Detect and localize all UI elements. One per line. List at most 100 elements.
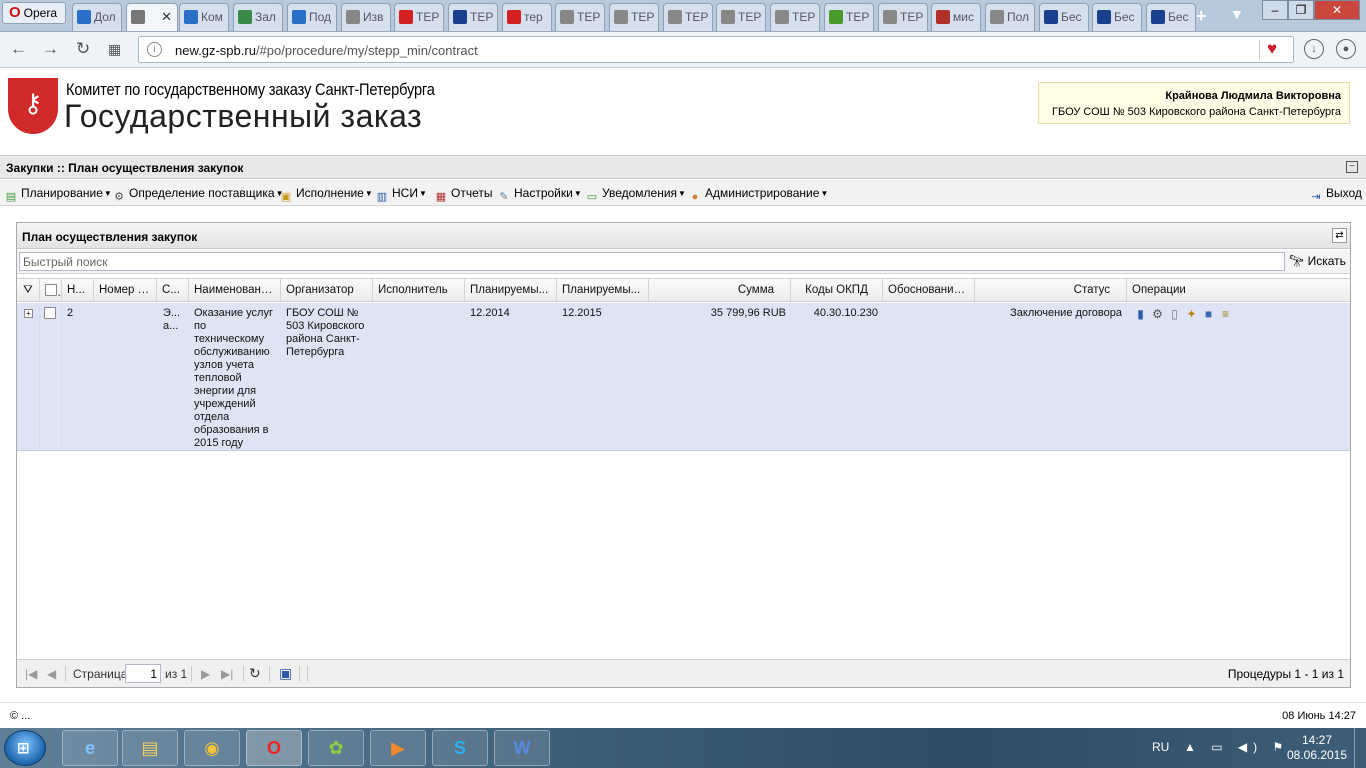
browser-tab[interactable]: Бес <box>1039 3 1089 31</box>
browser-tab[interactable]: ТЕР <box>716 3 766 31</box>
column-header-justification[interactable]: Обоснование... <box>883 279 975 301</box>
maximize-window-button[interactable]: ❐ <box>1288 0 1314 20</box>
speed-dial-grid-icon[interactable]: ▦ <box>108 41 121 58</box>
info-icon[interactable]: ■ <box>1201 307 1216 322</box>
start-button[interactable]: ⊞ <box>4 730 46 766</box>
menu-item-2[interactable]: ⚙ Определение поставщика▼ <box>112 186 283 204</box>
clock[interactable]: 14:27 08.06.2015 <box>1286 733 1348 763</box>
page-number-input[interactable] <box>125 664 161 683</box>
download-icon[interactable]: ↓ <box>1304 39 1324 59</box>
column-header-name[interactable]: Наименовани... <box>189 279 281 301</box>
exit-button[interactable]: ⇥ Выход <box>1309 186 1362 204</box>
tab-menu-icon[interactable]: ▼ <box>1230 6 1244 22</box>
minimize-window-button[interactable]: – <box>1262 0 1288 20</box>
browser-tab[interactable]: ТЕР <box>824 3 874 31</box>
document-icon[interactable]: ▯ <box>1167 307 1182 322</box>
forward-arrow-icon[interactable]: → <box>42 39 59 59</box>
browser-tab[interactable]: ТЕР <box>555 3 605 31</box>
browser-tab[interactable]: Под <box>287 3 337 31</box>
column-header-pg-number[interactable]: Номер ПГ <box>94 279 157 301</box>
row-expander[interactable]: + <box>17 303 40 451</box>
browser-tab[interactable]: Бес <box>1092 3 1142 31</box>
column-header-planned-start[interactable]: Планируемы... <box>465 279 557 301</box>
reload-icon[interactable]: ↻ <box>76 39 90 59</box>
menu-item-1[interactable]: ▤ Планирование▼ <box>4 186 112 204</box>
column-header-organizer[interactable]: Организатор <box>281 279 373 301</box>
bar-chart-icon[interactable]: ▮ <box>1133 307 1148 322</box>
browser-tab[interactable]: Бес <box>1146 3 1196 31</box>
new-tab-button[interactable]: + <box>1196 6 1207 27</box>
keyboard-language[interactable]: RU <box>1152 740 1169 754</box>
last-page-icon[interactable]: ▶| <box>221 667 233 681</box>
internet-explorer-icon[interactable]: e <box>62 730 118 766</box>
tab-favicon-icon <box>829 10 843 24</box>
column-header-operations[interactable]: Операции <box>1127 279 1350 301</box>
tab-label: ТЕР <box>900 10 924 24</box>
opera-taskbar-icon[interactable]: O <box>246 730 302 766</box>
word-icon[interactable]: W <box>494 730 550 766</box>
collapse-icon[interactable]: – <box>1346 161 1358 173</box>
browser-tab[interactable]: Ком <box>179 3 229 31</box>
menu-item-7[interactable]: ▭ Уведомления▼ <box>585 186 686 204</box>
file-explorer-icon[interactable]: ▤ <box>122 730 178 766</box>
column-header-executor[interactable]: Исполнитель <box>373 279 465 301</box>
browser-tab[interactable]: Пол <box>985 3 1035 31</box>
browser-tab[interactable]: ТЕР <box>878 3 928 31</box>
back-arrow-icon[interactable]: ← <box>10 39 27 59</box>
scroll-icon[interactable]: ≡ <box>1218 307 1233 322</box>
panel-refresh-icon[interactable]: ⇄ <box>1332 228 1347 243</box>
eagle-emblem-icon[interactable]: ✦ <box>1184 307 1199 322</box>
column-header-okpd[interactable]: Коды ОКПД <box>791 279 883 301</box>
tab-label: ТЕР <box>685 10 709 24</box>
browser-tab[interactable]: тер <box>502 3 552 31</box>
browser-tab[interactable]: ТЕР <box>394 3 444 31</box>
account-icon[interactable]: ● <box>1336 39 1356 59</box>
menu-item-3[interactable]: ▣ Исполнение▼ <box>279 186 373 204</box>
browser-tab[interactable]: ТЕР <box>609 3 659 31</box>
column-header-sum[interactable]: Сумма <box>649 279 791 301</box>
browser-tab[interactable]: ТЕР <box>770 3 820 31</box>
skype-icon[interactable]: S <box>432 730 488 766</box>
prev-page-icon[interactable]: ◀ <box>47 667 56 681</box>
browser-tab[interactable]: Дол <box>72 3 122 31</box>
address-url[interactable]: new.gz-spb.ru/#po/procedure/my/stepp_min… <box>175 43 478 58</box>
table-row[interactable]: + 2 Э... а... Оказание услуг по техничес… <box>17 303 1350 451</box>
media-player-icon[interactable]: ▶ <box>370 730 426 766</box>
quick-search-input[interactable] <box>19 252 1285 271</box>
browser-tab[interactable]: ТЕР <box>663 3 713 31</box>
next-page-icon[interactable]: ▶ <box>201 667 210 681</box>
menu-item-4[interactable]: ▥ НСИ▼ <box>375 186 427 204</box>
spb-coat-of-arms-logo[interactable]: ⚷ <box>8 78 58 134</box>
refresh-icon[interactable]: ↻ <box>249 665 261 682</box>
site-header: ⚷ Комитет по государственному заказу Сан… <box>0 68 1366 154</box>
opera-menu-button[interactable]: O Opera <box>2 2 66 24</box>
column-header-status[interactable]: Статус <box>975 279 1127 301</box>
browser-tab[interactable]: Зал <box>233 3 283 31</box>
column-header-planned-end[interactable]: Планируемы... <box>557 279 649 301</box>
site-info-icon[interactable]: i <box>147 42 162 57</box>
browser-tab[interactable]: мис <box>931 3 981 31</box>
menu-item-8[interactable]: ● Администрирование▼ <box>688 186 829 204</box>
select-all-checkbox[interactable] <box>40 279 62 301</box>
gear-icon[interactable]: ⚙ <box>1150 307 1165 322</box>
search-button[interactable]: 🔭︎ Искать <box>1289 254 1346 268</box>
first-page-icon[interactable]: |◀ <box>25 667 37 681</box>
browser-tab[interactable]: ТЕР <box>448 3 498 31</box>
menu-item-5[interactable]: ▦ Отчеты <box>434 186 493 204</box>
close-window-button[interactable]: ✕ <box>1314 0 1360 20</box>
chrome-icon[interactable]: ◉ <box>184 730 240 766</box>
save-floppy-icon[interactable]: ▣ <box>279 665 292 682</box>
filter-column-icon[interactable]: ⛛ <box>17 279 40 301</box>
column-header-number[interactable]: Н... <box>62 279 94 301</box>
browser-tab[interactable]: ✕ <box>126 3 178 31</box>
photo-app-icon[interactable]: ✿ <box>308 730 364 766</box>
system-tray-icons[interactable]: ▲ ▭ ◀) ⚑ <box>1184 740 1289 754</box>
address-bar[interactable]: i new.gz-spb.ru/#po/procedure/my/stepp_m… <box>138 36 1294 63</box>
heart-bookmark-icon[interactable]: ♥ <box>1267 39 1277 59</box>
show-desktop-button[interactable] <box>1354 728 1366 768</box>
browser-tab[interactable]: Изв <box>341 3 391 31</box>
column-header-s[interactable]: С... <box>157 279 189 301</box>
close-tab-icon[interactable]: ✕ <box>161 4 172 30</box>
menu-item-6[interactable]: ✎ Настройки▼ <box>497 186 581 204</box>
row-checkbox[interactable] <box>40 303 62 451</box>
